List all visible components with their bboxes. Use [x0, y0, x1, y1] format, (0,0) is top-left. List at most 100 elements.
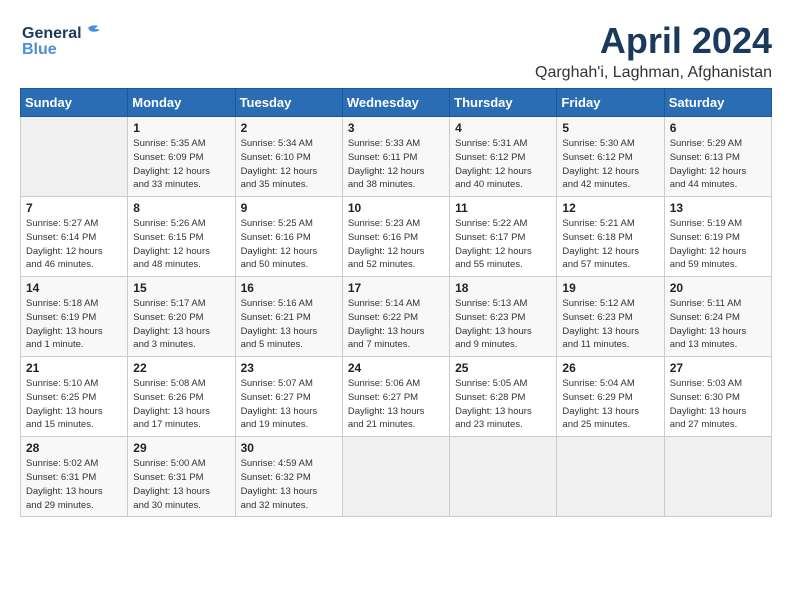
calendar-cell: 16Sunrise: 5:16 AMSunset: 6:21 PMDayligh…: [235, 277, 342, 357]
calendar-cell: 27 Sunrise: 5:03 AMSunset: 6:30 PMDayligh…: [664, 357, 771, 437]
calendar-cell: 24 Sunrise: 5:06 AMSunset: 6:27 PMDayligh…: [342, 357, 449, 437]
calendar-cell: 21Sunrise: 5:10 AMSunset: 6:25 PMDayligh…: [21, 357, 128, 437]
day-info: Sunrise: 5:27 AMSunset: 6:14 PMDaylight:…: [26, 217, 122, 272]
col-header-sunday: Sunday: [21, 89, 128, 117]
day-number: 5: [562, 121, 658, 135]
day-info: Sunrise: 5:13 AMSunset: 6:23 PMDaylight:…: [455, 297, 551, 352]
day-number: 19: [562, 281, 658, 295]
calendar-cell: 15 Sunrise: 5:17 AMSunset: 6:20 PMDayligh…: [128, 277, 235, 357]
calendar-cell: 17Sunrise: 5:14 AMSunset: 6:22 PMDayligh…: [342, 277, 449, 357]
day-info: Sunrise: 5:23 AMSunset: 6:16 PMDaylight:…: [348, 217, 444, 272]
day-number: 4: [455, 121, 551, 135]
day-info: Sunrise: 5:07 AMSunset: 6:27 PMDaylight:…: [241, 377, 337, 432]
day-number: 12: [562, 201, 658, 215]
day-info: Sunrise: 5:06 AMSunset: 6:27 PMDaylight:…: [348, 377, 444, 432]
day-info: Sunrise: 5:19 AMSunset: 6:19 PMDaylight:…: [670, 217, 766, 272]
day-number: 24: [348, 361, 444, 375]
svg-text:Blue: Blue: [22, 41, 57, 58]
calendar-cell: 8 Sunrise: 5:26 AMSunset: 6:15 PMDaylight…: [128, 197, 235, 277]
day-info: Sunrise: 5:08 AMSunset: 6:26 PMDaylight:…: [133, 377, 229, 432]
col-header-thursday: Thursday: [450, 89, 557, 117]
calendar-cell: 20 Sunrise: 5:11 AMSunset: 6:24 PMDayligh…: [664, 277, 771, 357]
day-info: Sunrise: 5:05 AMSunset: 6:28 PMDaylight:…: [455, 377, 551, 432]
calendar-cell: 3 Sunrise: 5:33 AMSunset: 6:11 PMDaylight…: [342, 117, 449, 197]
day-number: 11: [455, 201, 551, 215]
day-number: 15: [133, 281, 229, 295]
day-info: Sunrise: 5:21 AMSunset: 6:18 PMDaylight:…: [562, 217, 658, 272]
day-number: 1: [133, 121, 229, 135]
week-row-2: 7Sunrise: 5:27 AMSunset: 6:14 PMDaylight…: [21, 197, 772, 277]
col-header-saturday: Saturday: [664, 89, 771, 117]
day-number: 30: [241, 441, 337, 455]
day-number: 21: [26, 361, 122, 375]
day-number: 27: [670, 361, 766, 375]
location-title: Qarghah'i, Laghman, Afghanistan: [535, 64, 772, 82]
month-title: April 2024: [535, 20, 772, 62]
day-info: Sunrise: 5:16 AMSunset: 6:21 PMDaylight:…: [241, 297, 337, 352]
week-row-5: 28 Sunrise: 5:02 AMSunset: 6:31 PMDayligh…: [21, 437, 772, 517]
day-info: Sunrise: 5:26 AMSunset: 6:15 PMDaylight:…: [133, 217, 229, 272]
day-info: Sunrise: 5:17 AMSunset: 6:20 PMDaylight:…: [133, 297, 229, 352]
calendar-cell: 6Sunrise: 5:29 AMSunset: 6:13 PMDaylight…: [664, 117, 771, 197]
day-number: 2: [241, 121, 337, 135]
calendar-cell: [664, 437, 771, 517]
day-info: Sunrise: 5:11 AMSunset: 6:24 PMDaylight:…: [670, 297, 766, 352]
day-number: 14: [26, 281, 122, 295]
calendar-cell: 12 Sunrise: 5:21 AMSunset: 6:18 PMDayligh…: [557, 197, 664, 277]
week-row-4: 21Sunrise: 5:10 AMSunset: 6:25 PMDayligh…: [21, 357, 772, 437]
calendar-cell: 18 Sunrise: 5:13 AMSunset: 6:23 PMDayligh…: [450, 277, 557, 357]
day-info: Sunrise: 5:04 AMSunset: 6:29 PMDaylight:…: [562, 377, 658, 432]
header: General Blue April 2024 Qarghah'i, Laghm…: [20, 20, 772, 82]
calendar-cell: 13 Sunrise: 5:19 AMSunset: 6:19 PMDayligh…: [664, 197, 771, 277]
calendar-cell: 9 Sunrise: 5:25 AMSunset: 6:16 PMDaylight…: [235, 197, 342, 277]
week-row-3: 14 Sunrise: 5:18 AMSunset: 6:19 PMDayligh…: [21, 277, 772, 357]
day-info: Sunrise: 5:14 AMSunset: 6:22 PMDaylight:…: [348, 297, 444, 352]
day-info: Sunrise: 5:33 AMSunset: 6:11 PMDaylight:…: [348, 137, 444, 192]
day-number: 25: [455, 361, 551, 375]
calendar-cell: 10 Sunrise: 5:23 AMSunset: 6:16 PMDayligh…: [342, 197, 449, 277]
calendar-cell: 19Sunrise: 5:12 AMSunset: 6:23 PMDayligh…: [557, 277, 664, 357]
calendar-cell: 5 Sunrise: 5:30 AMSunset: 6:12 PMDaylight…: [557, 117, 664, 197]
day-info: Sunrise: 5:03 AMSunset: 6:30 PMDaylight:…: [670, 377, 766, 432]
day-number: 29: [133, 441, 229, 455]
day-number: 8: [133, 201, 229, 215]
calendar-cell: 11Sunrise: 5:22 AMSunset: 6:17 PMDayligh…: [450, 197, 557, 277]
calendar-cell: 7Sunrise: 5:27 AMSunset: 6:14 PMDaylight…: [21, 197, 128, 277]
title-block: April 2024 Qarghah'i, Laghman, Afghanist…: [535, 20, 772, 82]
day-info: Sunrise: 5:25 AMSunset: 6:16 PMDaylight:…: [241, 217, 337, 272]
day-number: 3: [348, 121, 444, 135]
day-number: 28: [26, 441, 122, 455]
day-number: 26: [562, 361, 658, 375]
day-info: Sunrise: 4:59 AMSunset: 6:32 PMDaylight:…: [241, 457, 337, 512]
day-info: Sunrise: 5:31 AMSunset: 6:12 PMDaylight:…: [455, 137, 551, 192]
day-number: 20: [670, 281, 766, 295]
calendar-cell: 25 Sunrise: 5:05 AMSunset: 6:28 PMDayligh…: [450, 357, 557, 437]
col-header-monday: Monday: [128, 89, 235, 117]
calendar-table: SundayMondayTuesdayWednesdayThursdayFrid…: [20, 88, 772, 517]
calendar-cell: [450, 437, 557, 517]
header-row: SundayMondayTuesdayWednesdayThursdayFrid…: [21, 89, 772, 117]
calendar-cell: 22 Sunrise: 5:08 AMSunset: 6:26 PMDayligh…: [128, 357, 235, 437]
day-info: Sunrise: 5:30 AMSunset: 6:12 PMDaylight:…: [562, 137, 658, 192]
col-header-friday: Friday: [557, 89, 664, 117]
svg-text:General: General: [22, 25, 82, 42]
calendar-cell: 28 Sunrise: 5:02 AMSunset: 6:31 PMDayligh…: [21, 437, 128, 517]
day-info: Sunrise: 5:02 AMSunset: 6:31 PMDaylight:…: [26, 457, 122, 512]
day-number: 13: [670, 201, 766, 215]
calendar-cell: 14 Sunrise: 5:18 AMSunset: 6:19 PMDayligh…: [21, 277, 128, 357]
day-number: 22: [133, 361, 229, 375]
calendar-cell: 30 Sunrise: 4:59 AMSunset: 6:32 PMDayligh…: [235, 437, 342, 517]
day-number: 10: [348, 201, 444, 215]
calendar-cell: 26 Sunrise: 5:04 AMSunset: 6:29 PMDayligh…: [557, 357, 664, 437]
logo: General Blue: [20, 20, 110, 60]
calendar-cell: [342, 437, 449, 517]
calendar-cell: 23 Sunrise: 5:07 AMSunset: 6:27 PMDayligh…: [235, 357, 342, 437]
week-row-1: 1Sunrise: 5:35 AMSunset: 6:09 PMDaylight…: [21, 117, 772, 197]
day-info: Sunrise: 5:18 AMSunset: 6:19 PMDaylight:…: [26, 297, 122, 352]
calendar-cell: [21, 117, 128, 197]
day-number: 9: [241, 201, 337, 215]
day-number: 6: [670, 121, 766, 135]
day-number: 18: [455, 281, 551, 295]
calendar-cell: [557, 437, 664, 517]
day-number: 23: [241, 361, 337, 375]
